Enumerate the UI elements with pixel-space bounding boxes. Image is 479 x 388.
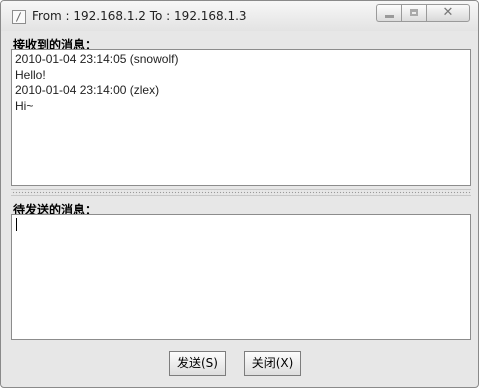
java-cup-icon xyxy=(12,10,26,24)
close-button[interactable]: 关闭(X) xyxy=(244,351,301,376)
received-panel: 接收到的消息： 2010-01-04 23:14:05 (snowolf) He… xyxy=(11,34,471,188)
minimize-icon xyxy=(385,15,394,18)
message-line: 2010-01-04 23:14:00 (zlex) xyxy=(15,83,160,97)
window-controls: ✕ xyxy=(376,4,470,26)
message-line: 2010-01-04 23:14:05 (snowolf) xyxy=(15,52,179,66)
message-line: Hello! xyxy=(15,67,46,82)
compose-panel: 待发送的消息： xyxy=(11,199,471,342)
maximize-icon xyxy=(410,9,418,16)
minimize-button[interactable] xyxy=(376,4,401,22)
text-caret xyxy=(16,218,17,231)
send-button[interactable]: 发送(S) xyxy=(169,351,226,376)
received-messages-area[interactable]: 2010-01-04 23:14:05 (snowolf) Hello! 201… xyxy=(11,49,471,186)
message-line: Hi~ xyxy=(15,98,34,113)
chat-window: From : 192.168.1.2 To : 192.168.1.3 ✕ 接收… xyxy=(0,0,479,388)
button-bar: 发送(S) 关闭(X) xyxy=(1,345,478,381)
close-icon: ✕ xyxy=(442,5,454,20)
window-title: From : 192.168.1.2 To : 192.168.1.3 xyxy=(32,9,247,23)
compose-message-input[interactable] xyxy=(11,214,471,340)
split-pane-divider[interactable] xyxy=(11,189,471,196)
maximize-button[interactable] xyxy=(401,4,426,22)
title-bar[interactable]: From : 192.168.1.2 To : 192.168.1.3 ✕ xyxy=(1,1,478,31)
close-window-button[interactable]: ✕ xyxy=(426,4,470,22)
